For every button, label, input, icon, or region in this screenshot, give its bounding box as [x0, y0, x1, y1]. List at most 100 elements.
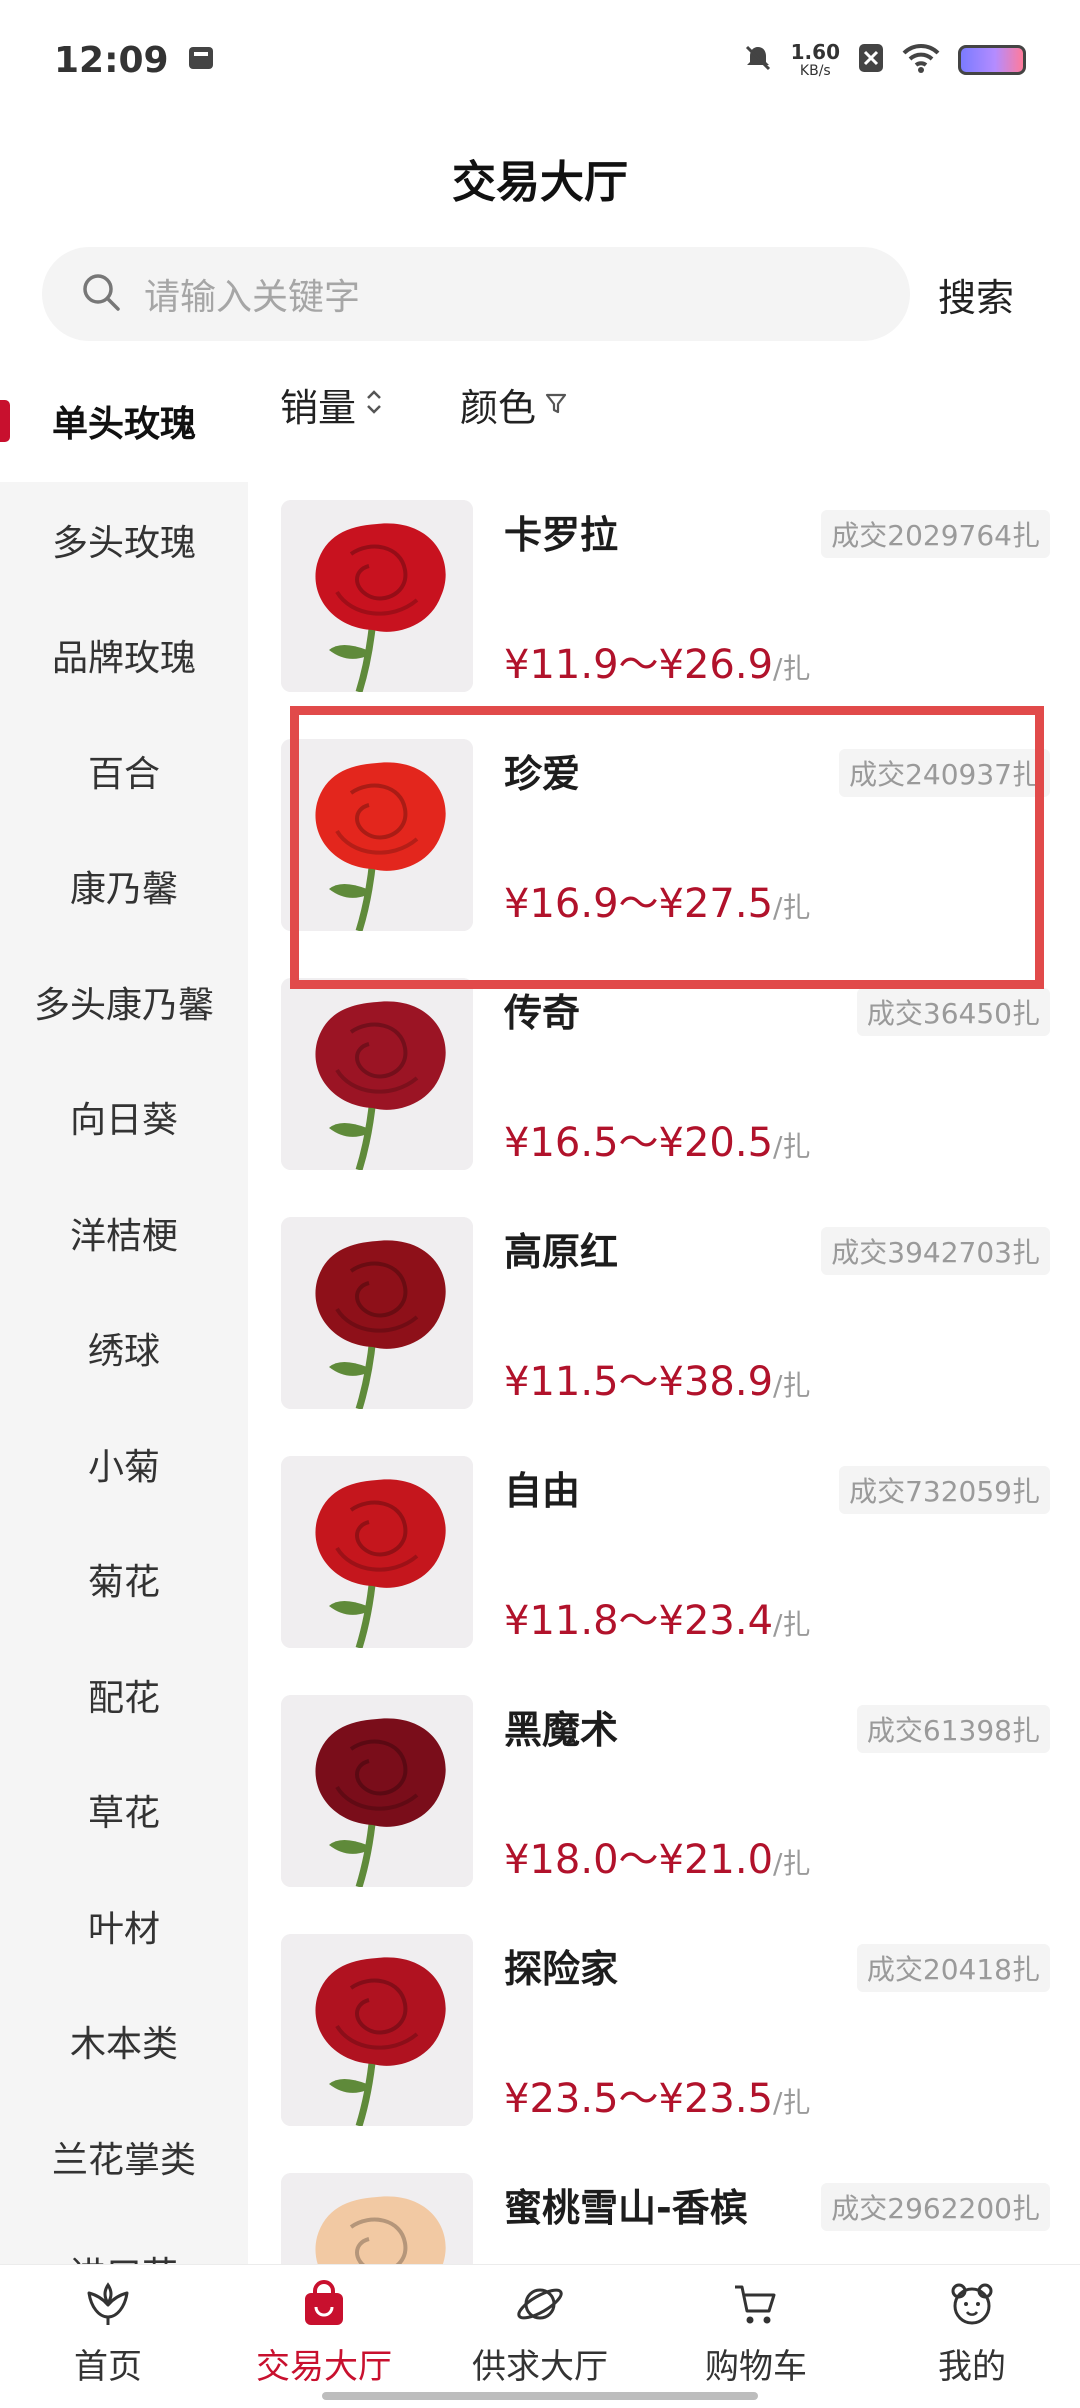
- nav-label: 首页: [74, 2347, 142, 2387]
- product-image: [281, 1934, 473, 2126]
- nav-label: 交易大厅: [256, 2347, 392, 2387]
- status-bar: 12:09 1.60 KB/s: [0, 0, 1080, 120]
- sidebar-item-label: 木本类: [69, 2024, 178, 2066]
- deal-count-badge: 成交3942703扎: [821, 1227, 1050, 1275]
- product-image: [281, 500, 473, 692]
- product-info: 蜜桃雪山-香槟 成交2962200扎: [504, 2173, 1080, 2264]
- search-row: 请输入关键字 搜索: [0, 244, 1080, 344]
- active-indicator: [0, 400, 10, 442]
- sidebar-item-label: 绣球: [87, 1331, 160, 1373]
- sidebar-item-label: 叶材: [87, 1908, 160, 1950]
- nav-home[interactable]: 首页: [0, 2265, 216, 2408]
- price-value: ¥23.5～¥23.5: [504, 2076, 774, 2122]
- nav-trading-hall[interactable]: 交易大厅: [216, 2265, 432, 2408]
- product-content: 销量 颜色 卡罗拉 成交2029764扎 ¥11.9～¥26.9/扎 珍爱 成交2409…: [248, 360, 1080, 2264]
- product-row[interactable]: 探险家 成交20418扎 ¥23.5～¥23.5/扎: [248, 1934, 1080, 2173]
- battery-icon: [958, 45, 1026, 75]
- product-name: 卡罗拉: [504, 513, 619, 557]
- filter-funnel-icon: [544, 382, 568, 426]
- deal-count-badge: 成交2029764扎: [821, 510, 1050, 558]
- product-image: [281, 978, 473, 1170]
- notification-icon: [187, 44, 215, 76]
- sidebar-item-multi-carnation[interactable]: 多头康乃馨: [0, 944, 248, 1060]
- category-sidebar: 单头玫瑰 多头玫瑰 品牌玫瑰 百合 康乃馨 多头康乃馨 向日葵 洋桔梗 绣球 小…: [0, 360, 248, 2264]
- home-indicator: [322, 2392, 758, 2400]
- search-button[interactable]: 搜索: [938, 267, 1038, 322]
- sidebar-item-lily[interactable]: 百合: [0, 713, 248, 829]
- product-row[interactable]: 自由 成交732059扎 ¥11.8～¥23.4/扎: [248, 1456, 1080, 1695]
- product-info: 珍爱 成交240937扎 ¥16.9～¥27.5/扎: [504, 739, 1080, 931]
- product-name: 珍爱: [504, 752, 581, 796]
- deal-count-badge: 成交732059扎: [839, 1466, 1050, 1514]
- price-range: ¥16.5～¥20.5/扎: [504, 1110, 810, 1168]
- product-row[interactable]: 黑魔术 成交61398扎 ¥18.0～¥21.0/扎: [248, 1695, 1080, 1934]
- nav-cart[interactable]: 购物车: [648, 2265, 864, 2408]
- product-name: 探险家: [504, 1947, 619, 1991]
- status-time: 12:09: [54, 39, 169, 81]
- search-input[interactable]: 请输入关键字: [42, 247, 910, 341]
- product-image: [281, 1217, 473, 1409]
- product-image: [281, 2173, 473, 2264]
- product-list: 卡罗拉 成交2029764扎 ¥11.9～¥26.9/扎 珍爱 成交240937扎 ¥16…: [248, 500, 1080, 2264]
- sidebar-item-small-chrysanthemum[interactable]: 小菊: [0, 1406, 248, 1522]
- sidebar-item-carnation[interactable]: 康乃馨: [0, 829, 248, 945]
- sidebar-item-multi-rose[interactable]: 多头玫瑰: [0, 482, 248, 598]
- filter-label: 颜色: [460, 385, 537, 430]
- sidebar-item-chrysanthemum[interactable]: 菊花: [0, 1522, 248, 1638]
- price-unit: /扎: [773, 1608, 811, 1641]
- sidebar-item-herb-flower[interactable]: 草花: [0, 1753, 248, 1869]
- sidebar-item-woody[interactable]: 木本类: [0, 1984, 248, 2100]
- sim-off-icon: [858, 43, 884, 77]
- home-flower-icon: [81, 2279, 135, 2333]
- filter-bar: 销量 颜色: [248, 360, 1080, 448]
- deal-count-badge: 成交61398扎: [856, 1705, 1050, 1753]
- product-row[interactable]: 蜜桃雪山-香槟 成交2962200扎: [248, 2173, 1080, 2264]
- planet-icon: [513, 2279, 567, 2333]
- sidebar-item-brand-rose[interactable]: 品牌玫瑰: [0, 598, 248, 714]
- price-unit: /扎: [773, 652, 811, 685]
- sidebar-item-imported[interactable]: 进口花: [0, 2215, 248, 2264]
- sidebar-item-label: 品牌玫瑰: [51, 638, 196, 680]
- sidebar-item-label: 百合: [87, 753, 160, 795]
- sidebar-item-eustoma[interactable]: 洋桔梗: [0, 1175, 248, 1291]
- sort-by-sales-button[interactable]: 销量: [280, 377, 384, 432]
- price-unit: /扎: [773, 1130, 811, 1163]
- search-placeholder: 请输入关键字: [144, 277, 361, 318]
- header: 交易大厅: [0, 120, 1080, 236]
- price-value: ¥11.9～¥26.9: [504, 642, 774, 688]
- product-row[interactable]: 传奇 成交36450扎 ¥16.5～¥20.5/扎: [248, 978, 1080, 1217]
- product-row[interactable]: 珍爱 成交240937扎 ¥16.9～¥27.5/扎: [248, 739, 1080, 978]
- sidebar-item-sunflower[interactable]: 向日葵: [0, 1060, 248, 1176]
- sidebar-item-label: 配花: [87, 1677, 160, 1719]
- price-value: ¥16.5～¥20.5: [504, 1120, 774, 1166]
- sidebar-item-single-rose[interactable]: 单头玫瑰: [0, 360, 248, 482]
- deal-count-badge: 成交240937扎: [839, 749, 1050, 797]
- product-name: 高原红: [504, 1230, 619, 1274]
- product-row[interactable]: 高原红 成交3942703扎 ¥11.5～¥38.9/扎: [248, 1217, 1080, 1456]
- sidebar-item-label: 小菊: [87, 1446, 160, 1488]
- sidebar-item-label: 进口花: [70, 2246, 178, 2264]
- nav-supply-demand[interactable]: 供求大厅: [432, 2265, 648, 2408]
- sidebar-item-orchid[interactable]: 兰花掌类: [0, 2099, 248, 2215]
- sidebar-item-label: 洋桔梗: [69, 1215, 178, 1257]
- sort-arrows-icon: [364, 382, 384, 426]
- color-filter-button[interactable]: 颜色: [460, 377, 568, 432]
- nav-profile[interactable]: 我的: [864, 2265, 1080, 2408]
- product-name: 传奇: [504, 991, 581, 1035]
- nav-label: 我的: [938, 2347, 1006, 2387]
- sidebar-item-filler-flower[interactable]: 配花: [0, 1637, 248, 1753]
- net-speed: 1.60 KB/s: [790, 40, 840, 79]
- sidebar-item-label: 多头康乃馨: [33, 984, 214, 1026]
- sidebar-item-foliage[interactable]: 叶材: [0, 1868, 248, 1984]
- product-info: 探险家 成交20418扎 ¥23.5～¥23.5/扎: [504, 1934, 1080, 2126]
- product-row[interactable]: 卡罗拉 成交2029764扎 ¥11.9～¥26.9/扎: [248, 500, 1080, 739]
- sidebar-item-label: 兰花掌类: [51, 2139, 196, 2181]
- mute-icon: [743, 43, 773, 77]
- product-image: [281, 739, 473, 931]
- shopping-bag-icon: [297, 2279, 351, 2333]
- price-range: ¥16.9～¥27.5/扎: [504, 871, 810, 929]
- product-info: 黑魔术 成交61398扎 ¥18.0～¥21.0/扎: [504, 1695, 1080, 1887]
- sidebar-item-hydrangea[interactable]: 绣球: [0, 1291, 248, 1407]
- sidebar-item-label: 单头玫瑰: [51, 404, 196, 445]
- sidebar-item-label: 康乃馨: [69, 869, 178, 911]
